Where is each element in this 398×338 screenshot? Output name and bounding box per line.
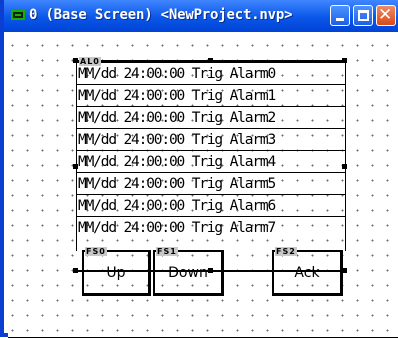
close-icon: ✕ <box>378 5 393 25</box>
button-label: Up <box>106 265 126 281</box>
window-title: 0 (Base Screen) <NewProject.nvp> <box>29 7 293 23</box>
alarm-row-text: MM/dd 24:00:00 Trig Alarm0 <box>78 66 276 82</box>
screen-canvas[interactable]: MM/dd 24:00:00 Trig Alarm0 MM/dd 24:00:0… <box>8 32 398 338</box>
object-id-tag: FS0 <box>85 247 107 256</box>
alarm-row[interactable]: MM/dd 24:00:00 Trig Alarm1 <box>76 84 346 107</box>
function-button-down[interactable]: FS1 Down <box>153 247 224 296</box>
title-bar[interactable]: 0 (Base Screen) <NewProject.nvp> ✕ <box>4 0 398 32</box>
alarm-row-text: MM/dd 24:00:00 Trig Alarm6 <box>78 198 276 214</box>
alarm-row-text: MM/dd 24:00:00 Trig Alarm7 <box>78 220 276 236</box>
maximize-button[interactable] <box>353 5 373 26</box>
alarm-display-object[interactable]: MM/dd 24:00:00 Trig Alarm0 MM/dd 24:00:0… <box>73 57 347 273</box>
alarm-row[interactable]: MM/dd 24:00:00 Trig Alarm3 <box>76 128 346 151</box>
screen-icon <box>11 10 25 20</box>
alarm-row-text: MM/dd 24:00:00 Trig Alarm3 <box>78 132 276 148</box>
maximize-icon <box>358 10 369 21</box>
alarm-row[interactable]: MM/dd 24:00:00 Trig Alarm5 <box>76 172 346 195</box>
screen-editor-window: 0 (Base Screen) <NewProject.nvp> ✕ MM/dd… <box>0 0 398 338</box>
alarm-row[interactable]: MM/dd 24:00:00 Trig Alarm0 <box>76 62 346 85</box>
alarm-row-text: MM/dd 24:00:00 Trig Alarm5 <box>78 176 276 192</box>
object-id-tag: AL0 <box>79 57 101 66</box>
function-button-up[interactable]: FS0 Up <box>82 247 151 296</box>
object-id-tag: FS2 <box>275 247 297 256</box>
button-label: Ack <box>294 265 320 281</box>
close-button[interactable]: ✕ <box>376 5 396 26</box>
alarm-row[interactable]: MM/dd 24:00:00 Trig Alarm4 <box>76 150 346 173</box>
minimize-icon <box>336 18 344 21</box>
alarm-row-text: MM/dd 24:00:00 Trig Alarm1 <box>78 88 276 104</box>
object-id-tag: FS1 <box>156 247 178 256</box>
minimize-button[interactable] <box>330 5 350 26</box>
alarm-row[interactable]: MM/dd 24:00:00 Trig Alarm2 <box>76 106 346 129</box>
alarm-row-text: MM/dd 24:00:00 Trig Alarm2 <box>78 110 276 126</box>
alarm-row-text: MM/dd 24:00:00 Trig Alarm4 <box>78 154 276 170</box>
button-label: Down <box>168 265 208 281</box>
function-button-ack[interactable]: FS2 Ack <box>272 247 343 296</box>
alarm-row[interactable]: MM/dd 24:00:00 Trig Alarm6 <box>76 194 346 217</box>
